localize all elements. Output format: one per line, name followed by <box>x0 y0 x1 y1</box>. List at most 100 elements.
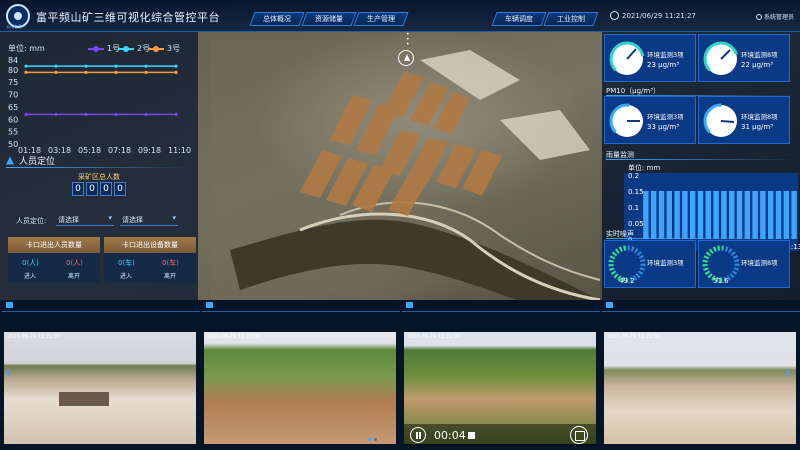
devices-out-label: 离开 <box>164 273 177 280</box>
pause-icon[interactable] <box>410 427 426 443</box>
map-menu-icon[interactable]: • • • <box>406 32 410 48</box>
stop-icon[interactable] <box>468 432 475 439</box>
system-admin-button[interactable]: 系统管理员 <box>756 12 794 21</box>
pm25-gauge-card[interactable]: 环境监测3项 23 μg/m³ <box>604 34 696 82</box>
legend-marker <box>148 45 164 52</box>
video-timestamp: 2021-06-29 11:21:00 <box>207 334 261 340</box>
nav-industrial-control[interactable]: 工业控制 <box>543 12 599 26</box>
data-point <box>114 112 118 116</box>
data-point <box>144 70 148 74</box>
pm25-gauge-card[interactable]: 环境监测8项 22 μg/m³ <box>698 34 790 82</box>
y-tick-label: 65 <box>8 103 18 112</box>
nav-overview[interactable]: 总体概况 <box>249 12 305 26</box>
camera-feed-1[interactable]: 2021-06-29 11:21:00 <box>4 332 196 444</box>
rain-bar <box>697 191 704 239</box>
legend-marker <box>118 45 134 52</box>
y-tick-label: 70 <box>8 91 18 100</box>
prev-arrow-icon[interactable]: ‹ <box>4 362 11 383</box>
data-point <box>174 112 178 116</box>
pm10-gauge-card[interactable]: 环境监测8项 31 μg/m³ <box>698 96 790 144</box>
noise-gauge-card[interactable]: 51.6 环境监测8项 <box>698 240 790 288</box>
y-tick-label: 75 <box>8 78 18 87</box>
rain-bar <box>721 191 727 239</box>
app-title: 富平频山矿三维可视化综合管控平台 <box>36 11 220 24</box>
y-tick-label: 80 <box>8 66 18 75</box>
gauge-dial <box>703 41 739 77</box>
fullscreen-icon[interactable] <box>570 426 588 444</box>
rain-bar <box>666 191 672 239</box>
camera-icon <box>606 302 613 308</box>
noise-value: 49.2 <box>619 277 635 285</box>
user-icon <box>756 14 762 20</box>
data-point <box>84 64 88 68</box>
divider <box>606 159 796 160</box>
nav-overview-label: 总体概况 <box>263 15 291 23</box>
legend-series-1[interactable]: 1号 <box>88 43 120 54</box>
dot[interactable] <box>374 438 377 441</box>
video-header <box>202 300 400 312</box>
people-in-label: 进入 <box>24 273 37 280</box>
camera-icon <box>6 302 13 308</box>
legend-series-2[interactable]: 2号 <box>118 43 150 54</box>
video-controls: 00:04 <box>404 424 596 446</box>
gauge-dial <box>703 103 739 139</box>
rain-bar <box>658 191 665 239</box>
video-current-time: 00:04 <box>434 429 466 442</box>
camera-icon <box>406 302 413 308</box>
y-tick-label: 55 <box>8 128 18 137</box>
building <box>59 392 109 406</box>
data-point <box>24 64 28 68</box>
camera-feed-4[interactable]: 2021-06-29 11:21:00 <box>604 332 796 444</box>
people-out-label: 离开 <box>68 273 81 280</box>
data-point <box>54 70 58 74</box>
personnel-filter-label: 人员定位: <box>16 217 47 225</box>
rain-bar <box>791 191 797 239</box>
data-point <box>114 64 118 68</box>
legend-series-3[interactable]: 3号 <box>148 43 180 54</box>
compass-icon[interactable] <box>398 50 414 66</box>
y-tick-label: 0.1 <box>628 204 639 212</box>
nav-production[interactable]: 生产管理 <box>353 12 409 26</box>
gauge-label: 环境监测8项 <box>741 259 778 267</box>
people-gate-card: 0(人) 0(人) 进入 离开 <box>8 253 100 283</box>
camera-feed-2[interactable]: 2021-06-29 11:21:00 <box>204 332 396 444</box>
people-in-value: 0(人) <box>22 259 39 267</box>
y-tick-label: 84 <box>8 56 18 65</box>
carousel-dots[interactable] <box>368 438 377 441</box>
nav-industrial-control-label: 工业控制 <box>557 15 585 23</box>
device-gate-card: 0(车) 0(车) 进入 离开 <box>104 253 196 283</box>
data-point <box>84 70 88 74</box>
personnel-select-1[interactable]: 请选择 <box>56 212 114 226</box>
y-tick-label: 60 <box>8 115 18 124</box>
data-point <box>84 112 88 116</box>
people-out-value: 0(人) <box>66 259 83 267</box>
rain-bar <box>783 191 789 239</box>
personnel-select-2[interactable]: 请选择 <box>120 212 178 226</box>
data-point <box>24 70 28 74</box>
noise-gauge-card[interactable]: 49.2 环境监测3项 <box>604 240 696 288</box>
rain-bar <box>729 191 735 239</box>
people-gate-card-title: 卡口进出人员数量 <box>8 237 100 253</box>
personnel-section-title: 人员定位 <box>6 154 55 167</box>
clock-icon <box>610 11 619 20</box>
video-timestamp: 2021-06-29 11:21:00 <box>407 334 461 340</box>
x-tick-label: 11:10 <box>168 146 191 155</box>
dot[interactable] <box>368 438 371 441</box>
nav-vehicles[interactable]: 车辆调度 <box>491 12 547 26</box>
data-point <box>24 112 28 116</box>
video-timestamp: 2021-06-29 11:21:00 <box>607 334 661 340</box>
noise-value: 51.6 <box>713 277 729 285</box>
data-point <box>114 70 118 74</box>
location-icon <box>6 156 14 165</box>
video-header <box>602 300 800 312</box>
nav-reserves[interactable]: 资源储量 <box>301 12 357 26</box>
gauge-dial <box>609 41 645 77</box>
chart-unit: 单位: mm <box>8 44 45 53</box>
divider <box>606 238 796 239</box>
next-arrow-icon[interactable]: › <box>784 362 791 383</box>
video-header <box>2 300 200 312</box>
data-point <box>174 70 178 74</box>
gauge-dial <box>609 103 645 139</box>
pm10-gauge-card[interactable]: 环境监测3项 33 μg/m³ <box>604 96 696 144</box>
headcount-digits: 0 0 0 0 <box>72 182 126 196</box>
